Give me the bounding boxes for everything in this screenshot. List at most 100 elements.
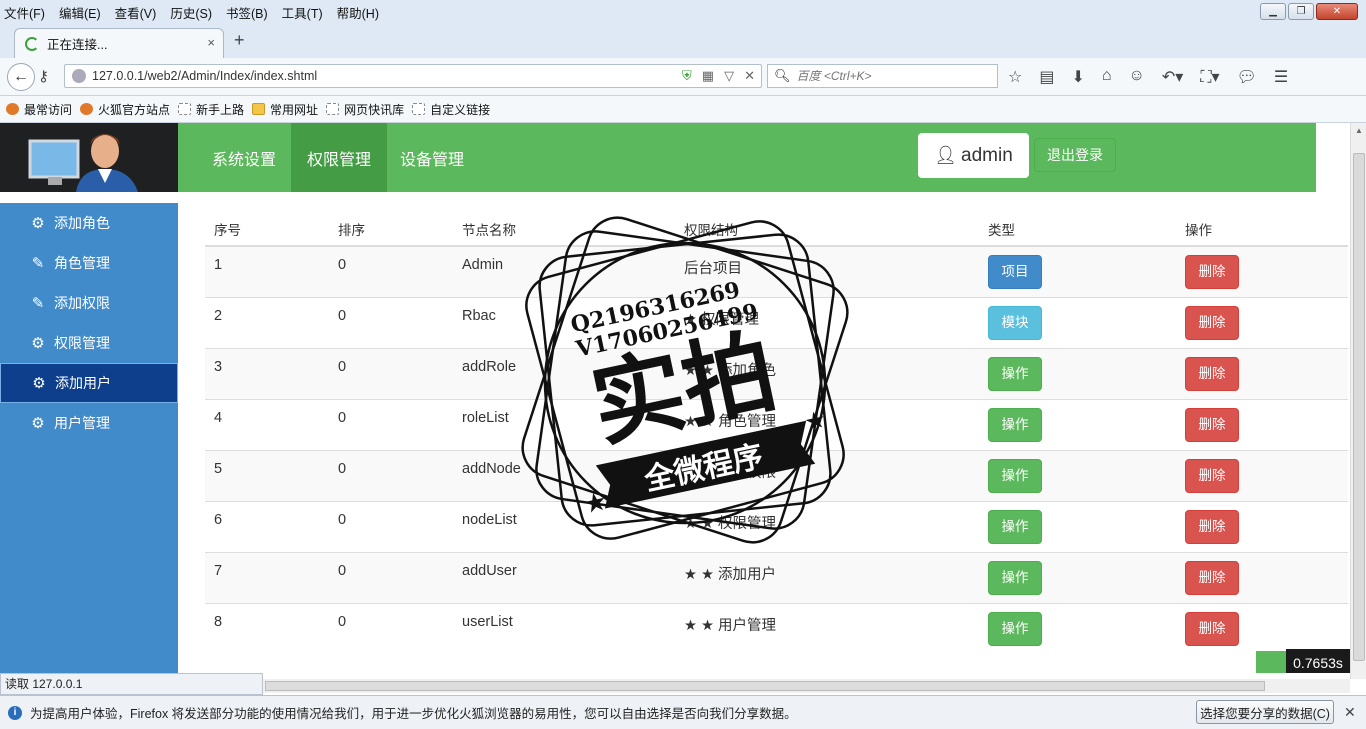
horizontal-scrollbar[interactable] [263, 679, 1350, 693]
cell-name: Admin [453, 245, 675, 297]
sidebar-item[interactable]: ⚙ 添加角色 [0, 203, 178, 243]
delete-button[interactable]: 删除 [1185, 458, 1239, 493]
bookmark-item[interactable]: 自定义链接 [412, 101, 490, 118]
toolbar-icons: ☆ ▤ ⬇ ⌂ ☺ ↶▾ ⛶▾ 💬︎ ☰ [1008, 67, 1288, 87]
menu-item[interactable]: 历史(S) [170, 3, 212, 22]
qrcode-icon[interactable]: ▦ [702, 68, 714, 84]
maximize-button[interactable]: ❐ [1288, 3, 1314, 20]
username: admin [961, 144, 1013, 166]
type-button[interactable]: 操作 [988, 356, 1042, 391]
bookmark-item[interactable]: 火狐官方站点 [80, 101, 170, 118]
pencil-icon: ✎ [31, 295, 45, 312]
cell-type: 模块 [979, 296, 1176, 348]
nav-permission-management[interactable]: 权限管理 [291, 123, 388, 192]
download-icon[interactable]: ⬇ [1071, 67, 1084, 87]
cell-name: addNode [453, 449, 675, 501]
hscroll-thumb[interactable] [265, 681, 1265, 691]
avatar [0, 123, 178, 192]
gear-icon: ⚙ [31, 415, 45, 432]
dropdown-icon[interactable]: ▽ [724, 68, 734, 84]
minimize-button[interactable]: ▁ [1260, 3, 1286, 20]
type-button[interactable]: 操作 [988, 407, 1042, 442]
back-button[interactable]: ← [7, 63, 35, 91]
user-menu[interactable]: 👤︎ admin [918, 133, 1029, 178]
table-header: 权限结构 [675, 213, 979, 247]
menu-item[interactable]: 书签(B) [226, 3, 268, 22]
menu-item[interactable]: 编辑(E) [59, 3, 101, 22]
delete-button[interactable]: 删除 [1185, 611, 1239, 646]
reading-list-icon[interactable]: ▤ [1039, 67, 1054, 87]
status-bar: 读取 127.0.0.1 [0, 673, 263, 695]
share-data-button[interactable]: 选择您要分享的数据(C) [1196, 700, 1334, 724]
type-button[interactable]: 操作 [988, 611, 1042, 646]
home-icon[interactable]: ⌂ [1102, 67, 1112, 87]
notification-close-icon[interactable]: ✕ [1344, 704, 1356, 721]
cell-structure: ★ ★ 角色管理 [675, 398, 979, 450]
sidebar-item-label: 用户管理 [54, 415, 110, 431]
delete-button[interactable]: 删除 [1185, 407, 1239, 442]
loading-spinner-icon [25, 36, 39, 51]
bookmark-label: 火狐官方站点 [98, 102, 171, 117]
type-button[interactable]: 操作 [988, 560, 1042, 595]
hamburger-menu-icon[interactable]: ☰ [1274, 67, 1288, 87]
nav-system-settings[interactable]: 系统设置 [196, 123, 292, 192]
crop-icon[interactable]: ⛶▾ [1200, 67, 1219, 87]
menu-item[interactable]: 文件(F) [4, 3, 45, 22]
url-bar[interactable]: 127.0.0.1/web2/Admin/Index/index.shtml ⛨… [64, 64, 762, 88]
bookmark-item[interactable]: 新手上路 [178, 101, 244, 118]
shield-icon[interactable]: ⛨ [682, 68, 692, 84]
new-tab-button[interactable]: + [234, 30, 245, 51]
search-bar[interactable]: 🔍︎ [767, 64, 998, 88]
undo-icon[interactable]: ↶▾ [1162, 67, 1183, 87]
type-button[interactable]: 操作 [988, 458, 1042, 493]
sidebar-item-label: 角色管理 [54, 255, 110, 271]
cell-action: 删除 [1176, 296, 1348, 348]
delete-button[interactable]: 删除 [1185, 255, 1239, 289]
sidebar-item[interactable]: ⚙ 权限管理 [0, 323, 178, 363]
delete-button[interactable]: 删除 [1185, 560, 1239, 595]
page-timer[interactable]: 0.7653s [1286, 649, 1350, 673]
browser-tab[interactable]: 正在连接... × [14, 28, 224, 58]
delete-button[interactable]: 删除 [1185, 305, 1239, 340]
cell-name: userList [453, 602, 675, 654]
bookmark-star-icon[interactable]: ☆ [1008, 67, 1022, 87]
scroll-up-icon[interactable]: ▲ [1351, 123, 1366, 139]
tab-strip: 正在连接... × + [0, 24, 1366, 58]
sidebar-item[interactable]: ⚙ 添加用户 [0, 363, 178, 403]
menu-item[interactable]: 帮助(H) [337, 3, 379, 22]
delete-button[interactable]: 删除 [1185, 509, 1239, 544]
nav-device-management[interactable]: 设备管理 [384, 123, 480, 192]
sidebar-item[interactable]: ✎ 添加权限 [0, 283, 178, 323]
scrollbar-thumb[interactable] [1353, 153, 1365, 661]
sidebar-item[interactable]: ⚙ 用户管理 [0, 403, 178, 443]
stop-icon[interactable]: ✕ [744, 68, 755, 84]
pencil-icon: ✎ [31, 255, 45, 272]
sidebar-item[interactable]: ✎ 角色管理 [0, 243, 178, 283]
type-button[interactable]: 操作 [988, 509, 1042, 544]
url-text[interactable]: 127.0.0.1/web2/Admin/Index/index.shtml [92, 69, 317, 83]
window-close-button[interactable]: ✕ [1316, 3, 1358, 20]
chat-icon[interactable]: 💬︎ [1237, 67, 1257, 87]
table-row: 4 0 roleList ★ ★ 角色管理 操作 删除 [205, 398, 1348, 450]
bookmark-item[interactable]: 常用网址 [252, 101, 318, 118]
menu-item[interactable]: 工具(T) [282, 3, 323, 22]
menu-item[interactable]: 查看(V) [115, 3, 157, 22]
url-icons: ⛨ ▦ ▽ ✕ [682, 68, 755, 84]
cell-structure: ★ ★ 添加用户 [675, 551, 979, 603]
delete-button[interactable]: 删除 [1185, 356, 1239, 391]
search-input[interactable] [796, 69, 997, 83]
tab-close-icon[interactable]: × [207, 35, 215, 50]
vertical-scrollbar[interactable]: ▲ [1350, 123, 1366, 679]
table-row: 5 0 addNode ★ ★ 添加权限 操作 删除 [205, 449, 1348, 501]
type-button[interactable]: 项目 [988, 255, 1042, 289]
cell-action: 删除 [1176, 398, 1348, 450]
debug-logo-icon[interactable] [1256, 651, 1286, 673]
key-icon[interactable]: ⚷ [38, 67, 49, 85]
bookmark-item[interactable]: 网页快讯库 [326, 101, 404, 118]
logout-button[interactable]: 退出登录 [1034, 138, 1116, 172]
bookmark-item[interactable]: 最常访问 [6, 101, 72, 118]
cell-action: 删除 [1176, 602, 1348, 654]
type-button[interactable]: 模块 [988, 305, 1042, 340]
emoji-icon[interactable]: ☺ [1129, 67, 1145, 87]
cell-action: 删除 [1176, 551, 1348, 603]
